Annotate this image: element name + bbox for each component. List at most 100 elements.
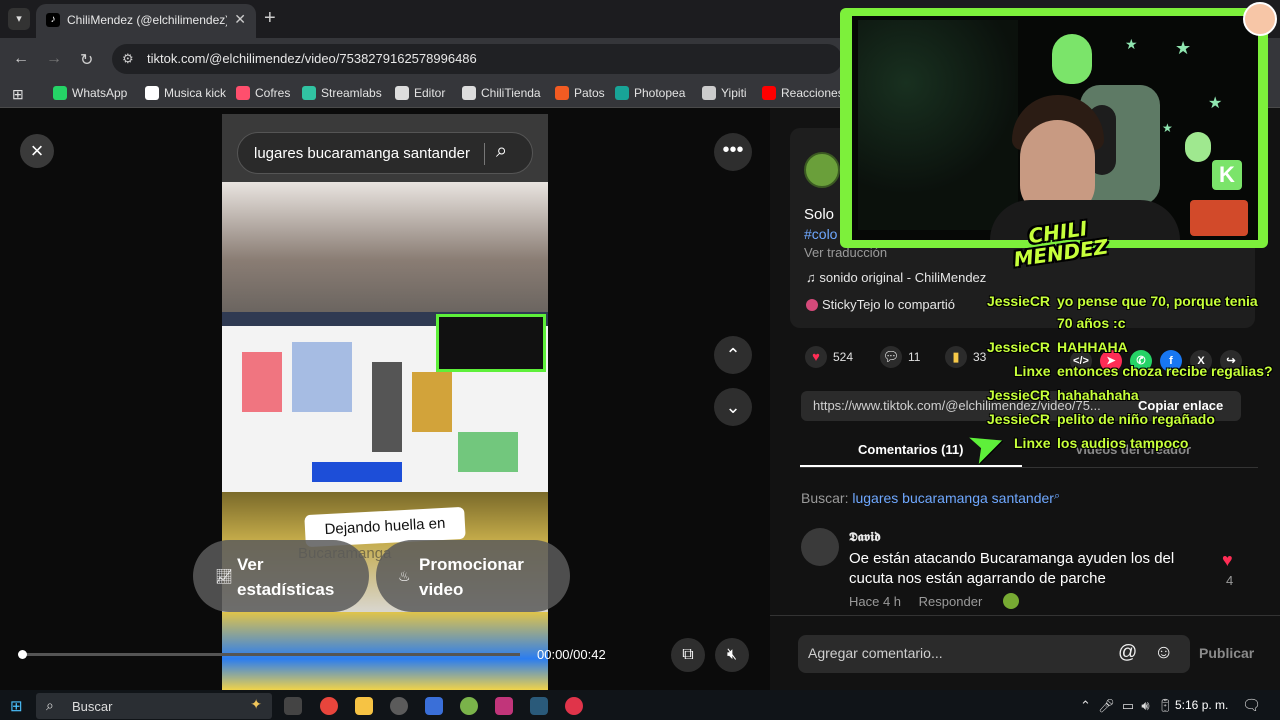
mute-icon[interactable]: 🔇︎	[715, 638, 749, 672]
windows-start-icon[interactable]: ⊞	[10, 697, 23, 715]
reload-icon[interactable]: ↻	[80, 50, 93, 70]
promote-video-button[interactable]: ♨ Promocionar video	[376, 540, 570, 612]
tab-close-icon[interactable]: ✕	[234, 11, 246, 28]
chat-username-text: Linxe	[1014, 363, 1051, 379]
apps-grid-icon[interactable]: ⊞	[12, 86, 24, 103]
like-stat[interactable]: ♥ 524	[805, 346, 853, 368]
forward-arrow-icon[interactable]: →	[46, 50, 62, 68]
emoji-icon[interactable]: ☺	[1154, 642, 1173, 664]
bookmark-streamlabs[interactable]: Streamlabs	[302, 86, 382, 100]
app-icon[interactable]	[530, 697, 548, 715]
tab-comments[interactable]: Comentarios (11)	[858, 442, 963, 457]
browser-tab-active[interactable]: ♪ ChiliMendez (@elchilimendez) | ✕	[36, 4, 256, 38]
video-search-bar[interactable]: lugares bucaramanga santander ⌕	[237, 132, 533, 174]
bookmark-photopea[interactable]: Photopea	[615, 86, 685, 100]
reply-button[interactable]: Responder	[919, 594, 983, 609]
back-arrow-icon[interactable]: ←	[13, 50, 29, 68]
add-comment-placeholder: Agregar comentario...	[808, 645, 943, 661]
file-explorer-icon[interactable]	[355, 697, 373, 715]
bookmark-label: ChiliTienda	[481, 86, 541, 100]
chat-username: Linxe	[1014, 432, 1051, 454]
bookmark-editor[interactable]: Editor	[395, 86, 445, 100]
webcam-lamp	[1190, 200, 1248, 236]
chat-message: 70 años :c	[1057, 312, 1125, 334]
comment-like-count: 4	[1226, 573, 1234, 588]
related-search[interactable]: Buscar: lugares bucaramanga santander⌕	[801, 490, 1060, 506]
close-video-button[interactable]: ×	[20, 134, 54, 168]
app-icon[interactable]	[425, 697, 443, 715]
bookmark-label: Yipiti	[721, 86, 747, 100]
heart-icon: ♥	[805, 346, 827, 368]
tab-search-button[interactable]: ▾	[8, 8, 30, 30]
app-icon[interactable]	[565, 697, 583, 715]
save-count: 33	[973, 350, 987, 364]
more-options-button[interactable]: •••	[714, 133, 752, 171]
sharer-avatar	[806, 299, 818, 311]
bookmark-chilitienda[interactable]: ChiliTienda	[462, 86, 541, 100]
site-info-icon[interactable]: ⚙	[122, 51, 134, 67]
search-icon[interactable]: ⌕	[496, 140, 507, 163]
like-count: 524	[833, 350, 854, 364]
chat-message-text: entonces choza recibe regalias?	[1057, 363, 1273, 379]
address-bar[interactable]: ⚙ tiktok.com/@elchilimendez/video/753827…	[112, 44, 842, 74]
bookmark-musica-kick[interactable]: Musica kick	[145, 86, 226, 100]
video-hashtag[interactable]: #colo	[804, 226, 837, 242]
chat-message: hahahahaha	[1057, 384, 1139, 406]
system-tray[interactable]: ⌃ 🎤︎ ▭ 🔊︎ 🔋︎	[1080, 698, 1173, 714]
commenter-name[interactable]: 𝕯𝖆𝖛𝖎𝖉	[849, 530, 881, 545]
previous-video-button[interactable]: ⌃	[714, 336, 752, 374]
task-view-icon[interactable]	[284, 697, 302, 715]
add-comment-input[interactable]: Agregar comentario... @ ☺	[798, 635, 1190, 673]
bookmark-patos[interactable]: Patos	[555, 86, 605, 100]
comment-stat[interactable]: 💬︎ 11	[880, 346, 920, 368]
taskbar-search-label: Buscar	[72, 699, 113, 714]
comment-time: Hace 4 h	[849, 594, 902, 609]
bookmark-cofres[interactable]: Cofres	[236, 86, 290, 100]
mention-icon[interactable]: @	[1118, 642, 1137, 664]
video-progress-handle[interactable]	[18, 650, 27, 659]
next-video-button[interactable]: ⌄	[714, 388, 752, 426]
publish-button[interactable]: Publicar	[1199, 645, 1254, 661]
bookmark-favicon-icon	[702, 86, 716, 100]
chat-message: los audios tampoco	[1057, 432, 1188, 454]
creator-avatar[interactable]	[804, 152, 840, 188]
taskbar-clock[interactable]: 5:16 p. m.	[1175, 698, 1228, 712]
taskbar-search[interactable]: ⌕ Buscar ✦	[36, 693, 272, 719]
address-url[interactable]: tiktok.com/@elchilimendez/video/75382791…	[147, 51, 477, 66]
bookmark-label: Photopea	[634, 86, 686, 100]
chrome-icon[interactable]	[320, 697, 338, 715]
new-tab-button[interactable]: +	[264, 7, 276, 30]
search-icon: ⌕	[46, 697, 54, 713]
bookmark-yipiti[interactable]: Yipiti	[702, 86, 747, 100]
tab-title: ChiliMendez (@elchilimendez) |	[67, 13, 227, 27]
obs-icon[interactable]	[390, 697, 408, 715]
chat-username: JessieCR	[987, 384, 1050, 406]
bookmark-whatsapp[interactable]: WhatsApp	[53, 86, 127, 100]
kick-logo-icon: K	[1212, 160, 1242, 190]
chat-message: pelito de niño regañado	[1057, 408, 1215, 430]
sound-link[interactable]: ♫ sonido original - ChiliMendez	[806, 270, 986, 285]
bookmark-favicon-icon	[302, 86, 316, 100]
search-icon: ⌕	[1053, 490, 1061, 502]
view-stats-button[interactable]: 📈︎ Ver estadísticas	[193, 540, 369, 612]
app-icon[interactable]	[460, 697, 478, 715]
notifications-icon[interactable]: 🗨︎	[1242, 696, 1261, 714]
chat-username: JessieCR	[987, 336, 1050, 358]
floating-player-icon[interactable]: ⧉	[671, 638, 705, 672]
save-stat[interactable]: ▮ 33	[945, 346, 986, 368]
related-search-term[interactable]: lugares bucaramanga santander	[852, 490, 1054, 506]
webcam-plant-wallpaper	[858, 20, 1018, 230]
search-divider	[484, 143, 485, 165]
instagram-icon[interactable]	[495, 697, 513, 715]
alien-plush-icon	[1052, 34, 1092, 84]
comment-meta: Hace 4 h Responder	[849, 594, 982, 609]
shared-by-label: StickyTejo lo compartió	[806, 297, 955, 312]
chat-message-text: yo pense que 70, porque tenia	[1057, 293, 1258, 309]
bookmark-reacciones[interactable]: Reacciones	[762, 86, 844, 100]
video-description: Solo	[804, 206, 835, 223]
video-search-query[interactable]: lugares bucaramanga santander	[254, 145, 470, 162]
comment-like-icon[interactable]: ♥	[1222, 550, 1233, 571]
commenter-avatar[interactable]	[801, 528, 839, 566]
profile-avatar[interactable]	[1243, 2, 1277, 36]
video-progress-bar[interactable]	[18, 650, 520, 659]
